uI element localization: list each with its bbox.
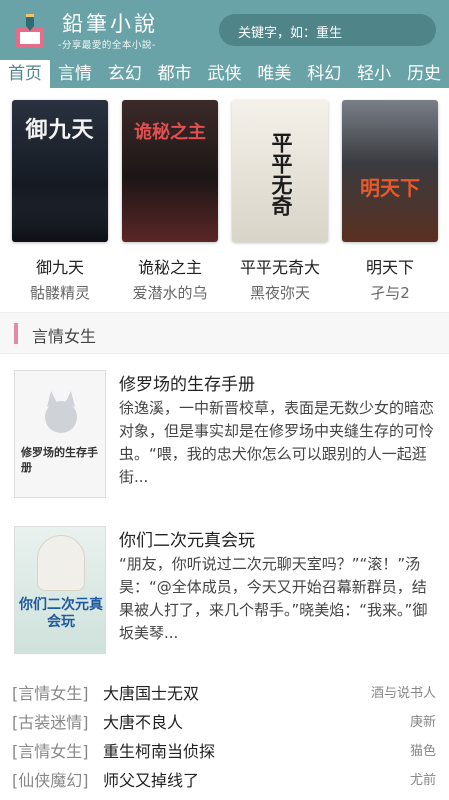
list-category[interactable]: [言情女生] (12, 680, 89, 704)
list-category[interactable]: [言情女生] (12, 738, 89, 762)
logo-slogan: -分享最愛的全本小說- (58, 40, 156, 51)
featured-title: 平平无奇大 (239, 258, 320, 277)
book-item[interactable]: 修罗场的生存手册 修罗场的生存手册 徐逸溪，一中新晋校草，表面是无数少女的暗恋对… (0, 370, 449, 508)
cover-title: 你们二次元真会玩 (19, 597, 103, 630)
book-cover: 平平无奇 (232, 100, 328, 242)
book-cover: 修罗场的生存手册 (14, 370, 106, 498)
cat-icon (45, 391, 77, 433)
tab-urban[interactable]: 都市 (150, 60, 200, 88)
section-title: 言情女生 (32, 327, 97, 346)
list-author: 猫色 (409, 744, 436, 759)
category-nav: 首页 言情 玄幻 都市 武侠 唯美 科幻 轻小 历史 (0, 60, 449, 88)
search-placeholder: 关键字，如：重生 (238, 26, 343, 41)
book-cover: 御九天 (12, 100, 108, 242)
featured-book[interactable]: 明天下 明天下 孑与2 (342, 100, 438, 303)
cover-title: 御九天 (25, 117, 95, 143)
featured-title: 明天下 (365, 258, 414, 277)
pencil-book-icon (16, 14, 44, 48)
book-list: [言情女生] 大唐国士无双 酒与说书人 [古装迷情] 大唐不良人 庚新 [言情女… (0, 676, 449, 792)
featured-book[interactable]: 御九天 御九天 骷髅精灵 (12, 100, 108, 303)
list-item[interactable]: [仙侠魔幻] 师父又掉线了 尤前 (0, 763, 449, 792)
featured-title: 御九天 (35, 258, 84, 277)
tab-scifi[interactable]: 科幻 (299, 60, 349, 88)
book-cover: 你们二次元真会玩 (14, 526, 106, 654)
book-cover: 明天下 (342, 100, 438, 242)
book-title: 修罗场的生存手册 (119, 375, 255, 395)
list-item[interactable]: [古装迷情] 大唐不良人 庚新 (0, 705, 449, 734)
featured-author: 骷髅精灵 (29, 284, 90, 302)
cover-title: 修罗场的生存手册 (21, 446, 98, 474)
list-title[interactable]: 大唐国士无双 (103, 680, 199, 704)
tab-aesthetic[interactable]: 唯美 (249, 60, 299, 88)
list-title[interactable]: 大唐不良人 (103, 709, 183, 733)
book-title: 你们二次元真会玩 (119, 531, 255, 551)
featured-book[interactable]: 平平无奇 平平无奇大 黑夜弥天 (232, 100, 328, 303)
book-item[interactable]: 你们二次元真会玩 你们二次元真会玩 “朋友，你听说过二次元聊天室吗？”“滚！”汤… (0, 526, 449, 664)
cover-title: 平平无奇 (269, 132, 294, 216)
featured-books: 御九天 御九天 骷髅精灵 诡秘之主 诡秘之主 爱潜水的乌 平平无奇 平平无奇大 … (0, 100, 449, 303)
list-author: 尤前 (409, 773, 436, 788)
site-logo[interactable]: 鉛筆小說 -分享最愛的全本小說- (8, 6, 178, 54)
tab-wuxia[interactable]: 武侠 (200, 60, 250, 88)
list-title[interactable]: 重生柯南当侦探 (103, 738, 215, 762)
search-input[interactable]: 关键字，如：重生 (219, 14, 436, 46)
list-item[interactable]: [言情女生] 重生柯南当侦探 猫色 (0, 734, 449, 763)
book-description: “朋友，你听说过二次元聊天室吗？”“滚！”汤昊：“@全体成员，今天又开始召幕新群… (119, 555, 428, 642)
logo-title: 鉛筆小說 (62, 12, 158, 36)
section-accent-bar (14, 323, 18, 344)
featured-author: 孑与2 (370, 284, 410, 302)
book-cover: 诡秘之主 (122, 100, 218, 242)
section-header: 言情女生 (0, 312, 449, 354)
tab-light-novel[interactable]: 轻小 (349, 60, 399, 88)
tab-fantasy[interactable]: 玄幻 (100, 60, 150, 88)
featured-book[interactable]: 诡秘之主 诡秘之主 爱潜水的乌 (122, 100, 218, 303)
list-category[interactable]: [古装迷情] (12, 709, 89, 733)
tab-home[interactable]: 首页 (0, 60, 50, 88)
cover-title: 明天下 (360, 176, 420, 200)
featured-author: 爱潜水的乌 (132, 284, 208, 302)
featured-author: 黑夜弥天 (249, 284, 310, 302)
featured-title: 诡秘之主 (137, 258, 202, 277)
list-author: 酒与说书人 (370, 686, 436, 701)
app-header: 鉛筆小說 -分享最愛的全本小說- 关键字，如：重生 (0, 0, 449, 60)
list-category[interactable]: [仙侠魔幻] (12, 767, 89, 791)
cover-title: 诡秘之主 (134, 122, 206, 143)
tab-romance[interactable]: 言情 (50, 60, 100, 88)
list-item[interactable]: [言情女生] 大唐国士无双 酒与说书人 (0, 676, 449, 705)
tab-history[interactable]: 历史 (399, 60, 449, 88)
list-author: 庚新 (409, 715, 436, 730)
book-description: 徐逸溪，一中新晋校草，表面是无数少女的暗恋对象，但是事实却是在修罗场中夹缝生存的… (119, 399, 435, 486)
list-title[interactable]: 师父又掉线了 (103, 767, 199, 791)
